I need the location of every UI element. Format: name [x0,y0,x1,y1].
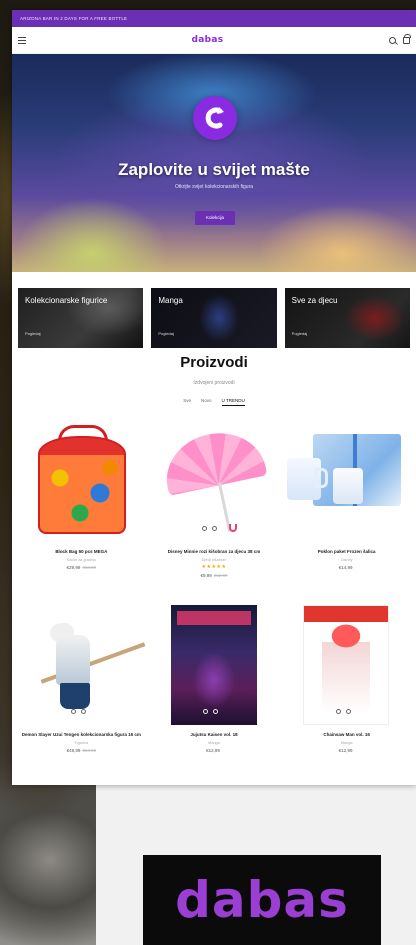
category-tile-kids[interactable]: Sve za djecu Pogledaj [285,288,410,348]
brand-logo-text: dabas [175,871,349,929]
announcement-bar: ARIZONA BAR IN 2 DAYS FOR A FREE BOTTLE [12,10,416,27]
umbrella-hook-shape [228,524,237,532]
wishlist-heart-icon[interactable] [212,526,218,531]
tab-trending[interactable]: U TRENDU [221,398,245,406]
quick-actions [66,709,90,719]
price-old: €34,99 [82,565,97,570]
product-category: Manga [208,741,220,745]
category-title: Kolekcionarske figurice [25,296,108,305]
cart-icon[interactable] [402,33,411,44]
price-current: €12,99 [206,748,220,753]
products-subtitle: Izdvojeni proizvodi [193,380,235,386]
product-image[interactable] [153,605,276,725]
price-old: €54,99 [82,748,97,753]
hero-title: Zaplovite u svijet mašte [118,160,310,179]
category-tile-manga[interactable]: Manga Pogledaj [151,288,276,348]
wishlist-heart-icon[interactable] [345,709,351,714]
product-name[interactable]: Jujutsu Kaisen vol. 18 [153,732,276,738]
product-category: Disney [340,558,353,562]
quick-actions [198,526,222,536]
compare-icon[interactable] [203,709,209,714]
header-actions [388,33,411,44]
site-header: dabas [12,27,416,54]
product-card[interactable]: Jujutsu Kaisen vol. 18 Manga €12,99 [153,605,276,785]
category-link[interactable]: Pogledaj [292,331,308,336]
product-card[interactable]: Chainsaw Man vol. 16 Manga €12,99 [285,605,408,785]
mug-shape [333,468,364,504]
category-link[interactable]: Pogledaj [158,331,174,336]
product-card[interactable]: Block Bag 50 pcs MEGA Kocke za gradnju €… [20,422,143,605]
compare-icon[interactable] [202,526,208,531]
rating-stars: ★★★★★ [201,564,227,570]
figure-legs-shape [60,683,90,709]
hero-banner: Zaplovite u svijet mašte Otkrijte svijet… [12,54,416,272]
dabas-c-logo-icon [193,96,237,140]
website-screenshot: ARIZONA BAR IN 2 DAYS FOR A FREE BOTTLE … [12,10,416,785]
tab-all[interactable]: Sve [183,398,191,406]
product-name[interactable]: Demon Slayer Uzui Tengen kolekcionarska … [20,732,143,738]
site-logo[interactable]: dabas [192,35,224,45]
cover-title-band [176,611,251,625]
tab-new[interactable]: Novo [201,398,212,406]
block-bucket-shape [38,436,126,534]
product-card[interactable]: Disney Minnie rozi kišobran za djecu 38 … [153,422,276,605]
price-current: €14,99 [338,565,353,570]
product-grid: Block Bag 50 pcs MEGA Kocke za gradnju €… [12,422,416,785]
hero-cta-button[interactable]: Kolekcija [195,211,235,225]
product-price: €49,99 €54,99 [20,748,143,753]
products-title: Proizvodi [180,354,248,371]
price-old: €12,99 [213,573,228,578]
product-price: €12,99 [285,748,408,753]
price-current: €9,99 [200,573,212,578]
product-name[interactable]: Chainsaw Man vol. 16 [285,732,408,738]
hero-subtitle: Otkrijte svijet kolekcionarskih figura [174,184,254,190]
category-title: Manga [158,296,183,305]
product-price: €9,99 €12,99 [153,573,276,578]
compare-icon[interactable] [70,709,76,714]
price-current: €12,99 [338,748,353,753]
product-image[interactable] [20,605,146,725]
product-name[interactable]: Disney Minnie rozi kišobran za djecu 38 … [153,549,276,555]
product-name[interactable]: Poklon paket Frozen šalica [285,549,408,555]
product-card[interactable]: Poklon paket Frozen šalica Disney €14,99 [285,422,408,605]
product-image[interactable] [153,422,276,542]
search-icon[interactable] [388,36,396,44]
umbrella-canopy-shape [158,424,267,496]
manga-cover-image [303,605,390,725]
product-card[interactable]: Demon Slayer Uzui Tengen kolekcionarska … [20,605,146,785]
product-image[interactable] [20,422,143,542]
cover-title-band [304,606,389,622]
product-price: €29,99 €34,99 [20,565,143,570]
figure-body-shape [56,635,90,685]
wishlist-heart-icon[interactable] [213,709,219,714]
product-category: Kocke za gradnju [66,558,96,562]
product-category: Dječji kišobran [201,558,227,562]
product-image[interactable] [285,422,408,542]
manga-cover-image [170,605,257,725]
brand-logo-card: dabas [143,855,381,945]
price-current: €29,99 [66,565,81,570]
price-current: €49,99 [66,748,81,753]
cover-figure-shape [322,624,371,714]
product-image[interactable] [285,605,408,725]
quick-actions [199,709,223,719]
product-category: Figurica [74,741,89,745]
product-category: Manga [340,741,353,745]
hamburger-menu-icon[interactable] [18,37,26,44]
product-price: €12,99 [153,748,276,753]
quick-actions [331,709,355,719]
product-tabs: Sve Novo U TRENDU [12,398,416,406]
compare-icon[interactable] [335,709,341,714]
mug-shape [287,458,329,500]
category-tiles: Kolekcionarske figurice Pogledaj Manga P… [12,288,416,348]
product-price: €14,99 [285,565,408,570]
wishlist-heart-icon[interactable] [80,709,86,714]
product-name[interactable]: Block Bag 50 pcs MEGA [20,549,143,555]
category-link[interactable]: Pogledaj [25,331,41,336]
category-title: Sve za djecu [291,296,338,305]
category-tile-figures[interactable]: Kolekcionarske figurice Pogledaj [18,288,143,348]
